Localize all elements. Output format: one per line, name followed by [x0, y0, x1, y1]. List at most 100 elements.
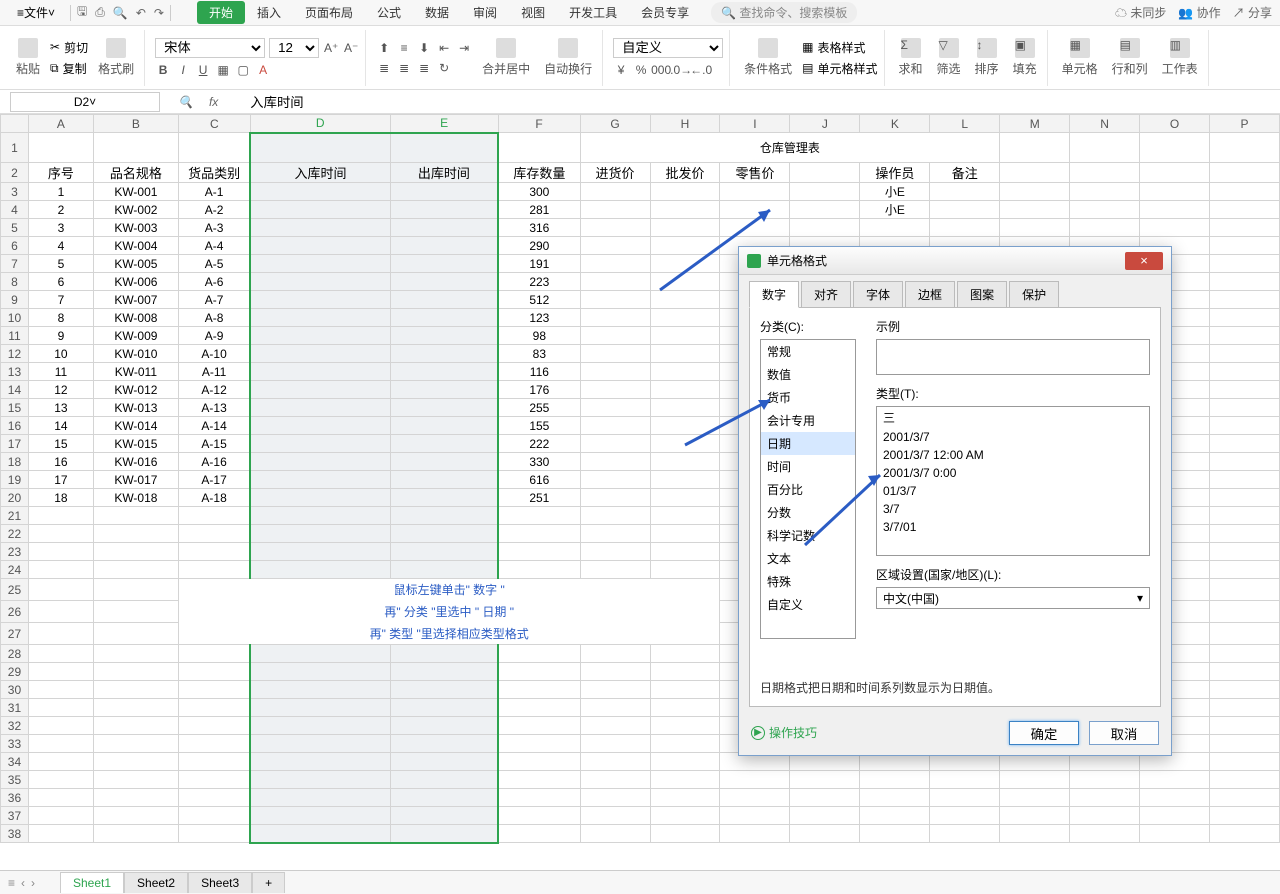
cell[interactable]: [250, 699, 390, 717]
undo-icon[interactable]: ↶: [136, 6, 146, 20]
cell[interactable]: [1209, 645, 1279, 663]
cell[interactable]: [93, 561, 178, 579]
cell[interactable]: 小E: [860, 201, 930, 219]
cell[interactable]: [790, 183, 860, 201]
table-row[interactable]: 38: [1, 825, 1280, 843]
cell[interactable]: 14: [28, 417, 93, 435]
cell[interactable]: 123: [498, 309, 580, 327]
cell[interactable]: 零售价: [720, 163, 790, 183]
cell[interactable]: [580, 507, 650, 525]
cell[interactable]: [93, 807, 178, 825]
cell[interactable]: A-6: [178, 273, 250, 291]
number-format-select[interactable]: 自定义: [613, 38, 723, 58]
cell[interactable]: [390, 327, 498, 345]
row-header[interactable]: 24: [1, 561, 29, 579]
cell[interactable]: [250, 471, 390, 489]
category-item[interactable]: 自定义: [761, 593, 855, 616]
cell[interactable]: [1209, 219, 1279, 237]
cell[interactable]: [390, 771, 498, 789]
cell[interactable]: [1209, 753, 1279, 771]
cell[interactable]: [28, 771, 93, 789]
fill-button[interactable]: ▣填充: [1009, 36, 1041, 79]
cell[interactable]: [1070, 825, 1140, 843]
category-item[interactable]: 货币: [761, 386, 855, 409]
cut-label[interactable]: 剪切: [64, 39, 88, 56]
cell[interactable]: [580, 183, 650, 201]
cell[interactable]: [93, 579, 178, 601]
row-header[interactable]: 9: [1, 291, 29, 309]
cell[interactable]: [28, 717, 93, 735]
cell[interactable]: [650, 471, 720, 489]
cell[interactable]: [178, 507, 250, 525]
cell[interactable]: [1209, 471, 1279, 489]
paste-button[interactable]: 粘贴: [12, 36, 44, 79]
cell[interactable]: 4: [28, 237, 93, 255]
bold-icon[interactable]: B: [155, 62, 171, 78]
sheet-tab-1[interactable]: Sheet1: [60, 872, 124, 893]
cell[interactable]: [178, 525, 250, 543]
cell[interactable]: KW-007: [93, 291, 178, 309]
col-N[interactable]: N: [1070, 115, 1140, 133]
cell[interactable]: [28, 133, 93, 163]
fill-color-icon[interactable]: ▢: [235, 62, 251, 78]
cell[interactable]: [28, 645, 93, 663]
cell[interactable]: [178, 753, 250, 771]
cell[interactable]: [93, 133, 178, 163]
row-header[interactable]: 36: [1, 789, 29, 807]
decrease-font-icon[interactable]: A⁻: [343, 40, 359, 56]
cell[interactable]: [930, 183, 1000, 201]
cell[interactable]: [580, 381, 650, 399]
align-right-icon[interactable]: ≣: [416, 60, 432, 76]
cell[interactable]: A-17: [178, 471, 250, 489]
cell[interactable]: KW-012: [93, 381, 178, 399]
cell[interactable]: [498, 507, 580, 525]
category-item[interactable]: 数值: [761, 363, 855, 386]
font-color-icon[interactable]: A: [255, 62, 271, 78]
cell[interactable]: [1070, 183, 1140, 201]
cell[interactable]: 191: [498, 255, 580, 273]
cell[interactable]: KW-018: [93, 489, 178, 507]
cell[interactable]: [650, 561, 720, 579]
row-header[interactable]: 12: [1, 345, 29, 363]
col-H[interactable]: H: [650, 115, 720, 133]
cell-style-button[interactable]: ▤ 单元格样式: [802, 60, 877, 77]
cell[interactable]: 290: [498, 237, 580, 255]
cell[interactable]: 3: [28, 219, 93, 237]
col-O[interactable]: O: [1140, 115, 1210, 133]
cell[interactable]: [1209, 771, 1279, 789]
row-header[interactable]: 6: [1, 237, 29, 255]
wrap-button[interactable]: 自动换行: [540, 36, 596, 79]
cell[interactable]: A-7: [178, 291, 250, 309]
cell[interactable]: [28, 543, 93, 561]
cell[interactable]: A-13: [178, 399, 250, 417]
cell[interactable]: [93, 825, 178, 843]
cell[interactable]: [28, 525, 93, 543]
col-M[interactable]: M: [1000, 115, 1070, 133]
dialog-close-button[interactable]: ×: [1125, 252, 1163, 270]
cell[interactable]: 1: [28, 183, 93, 201]
cell[interactable]: [498, 807, 580, 825]
cell[interactable]: [250, 327, 390, 345]
cell[interactable]: 300: [498, 183, 580, 201]
cell[interactable]: 批发价: [650, 163, 720, 183]
cell[interactable]: [28, 753, 93, 771]
cell[interactable]: [498, 825, 580, 843]
dialog-titlebar[interactable]: 单元格格式 ×: [739, 247, 1171, 275]
cell[interactable]: [390, 525, 498, 543]
cell[interactable]: [930, 219, 1000, 237]
cell[interactable]: KW-006: [93, 273, 178, 291]
row-header[interactable]: 18: [1, 453, 29, 471]
cell[interactable]: [178, 561, 250, 579]
cell[interactable]: [580, 237, 650, 255]
col-B[interactable]: B: [93, 115, 178, 133]
indent-dec-icon[interactable]: ⇤: [436, 40, 452, 56]
cell[interactable]: [1140, 825, 1210, 843]
cell[interactable]: [250, 681, 390, 699]
share-btn[interactable]: ↗ 分享: [1233, 4, 1272, 21]
cell[interactable]: 6: [28, 273, 93, 291]
cell[interactable]: [790, 789, 860, 807]
cell[interactable]: A-9: [178, 327, 250, 345]
cell[interactable]: [1209, 327, 1279, 345]
cell[interactable]: [250, 201, 390, 219]
type-item[interactable]: 2001/3/7: [877, 428, 1149, 446]
